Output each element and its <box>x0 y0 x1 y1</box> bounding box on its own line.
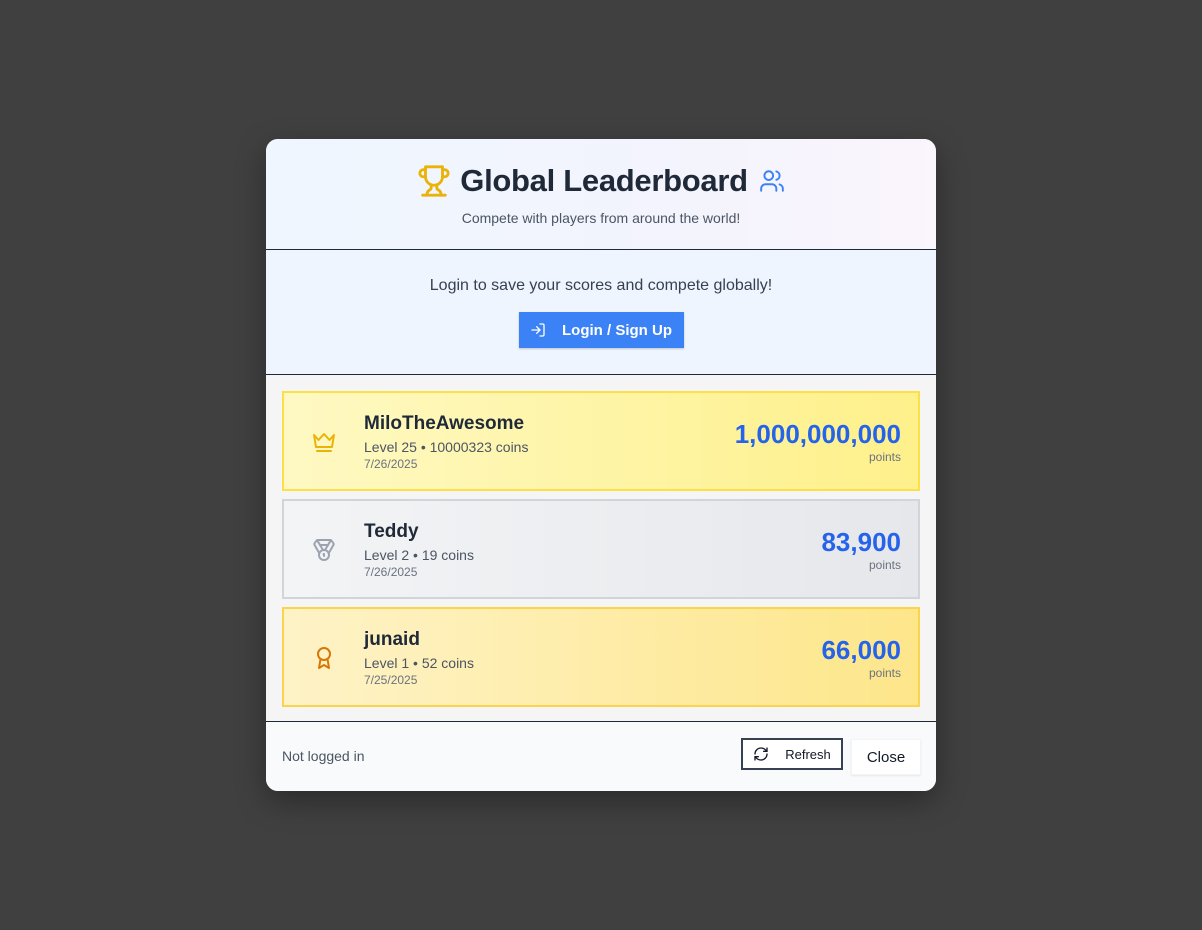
player-score: 1,000,000,000 <box>734 419 901 449</box>
player-meta: Level 2 • 19 coins <box>364 547 474 563</box>
player-date: 7/26/2025 <box>364 457 418 471</box>
player-info: junaid Level 1 • 52 coins 7/25/2025 <box>364 629 474 687</box>
score-unit: points <box>868 558 901 572</box>
leaderboard-dialog: Global Leaderboard Compete with players … <box>266 139 936 791</box>
refresh-label: Refresh <box>785 746 831 762</box>
player-info: MiloTheAwesome Level 25 • 10000323 coins… <box>364 413 528 471</box>
login-signup-button[interactable]: Login / Sign Up <box>518 312 684 348</box>
users-icon <box>759 170 784 192</box>
login-button-label: Login / Sign Up <box>562 321 672 339</box>
leaderboard-entry: Teddy Level 2 • 19 coins 7/26/2025 83,90… <box>282 499 920 599</box>
player-info: Teddy Level 2 • 19 coins 7/26/2025 <box>364 521 474 579</box>
trophy-icon <box>418 165 450 197</box>
score-unit: points <box>868 450 901 464</box>
medal-icon <box>313 539 335 561</box>
login-status: Not logged in <box>282 748 365 764</box>
login-icon <box>531 323 545 337</box>
player-score: 66,000 <box>821 635 901 665</box>
page-subtitle: Compete with players from around the wor… <box>461 210 741 226</box>
player-meta: Level 25 • 10000323 coins <box>364 439 529 455</box>
player-name: junaid <box>364 629 420 650</box>
leaderboard-list: MiloTheAwesome Level 25 • 10000323 coins… <box>266 375 936 722</box>
player-date: 7/25/2025 <box>364 673 418 687</box>
leaderboard-entry: MiloTheAwesome Level 25 • 10000323 coins… <box>282 391 920 491</box>
leaderboard-entry: junaid Level 1 • 52 coins 7/25/2025 66,0… <box>282 607 920 707</box>
refresh-icon <box>754 747 768 761</box>
player-name: Teddy <box>364 521 419 542</box>
player-name: MiloTheAwesome <box>364 413 525 434</box>
title-row: Global Leaderboard <box>417 163 784 199</box>
crown-icon <box>313 433 335 452</box>
dialog-header: Global Leaderboard Compete with players … <box>266 139 936 250</box>
score-block: 1,000,000,000 points <box>735 418 901 464</box>
login-panel: Login to save your scores and compete gl… <box>266 250 936 375</box>
dialog-footer: Not logged in Refresh Close <box>266 722 936 791</box>
player-score: 83,900 <box>821 527 901 557</box>
score-block: 83,900 points <box>821 526 901 572</box>
award-icon <box>317 647 331 669</box>
player-meta: Level 1 • 52 coins <box>364 655 474 671</box>
refresh-button[interactable]: Refresh <box>741 738 843 770</box>
login-message: Login to save your scores and compete gl… <box>429 277 773 294</box>
close-button[interactable]: Close <box>851 739 921 775</box>
score-block: 66,000 points <box>821 634 901 680</box>
player-date: 7/26/2025 <box>364 565 418 579</box>
score-unit: points <box>868 666 901 680</box>
page-title: Global Leaderboard <box>460 163 748 198</box>
